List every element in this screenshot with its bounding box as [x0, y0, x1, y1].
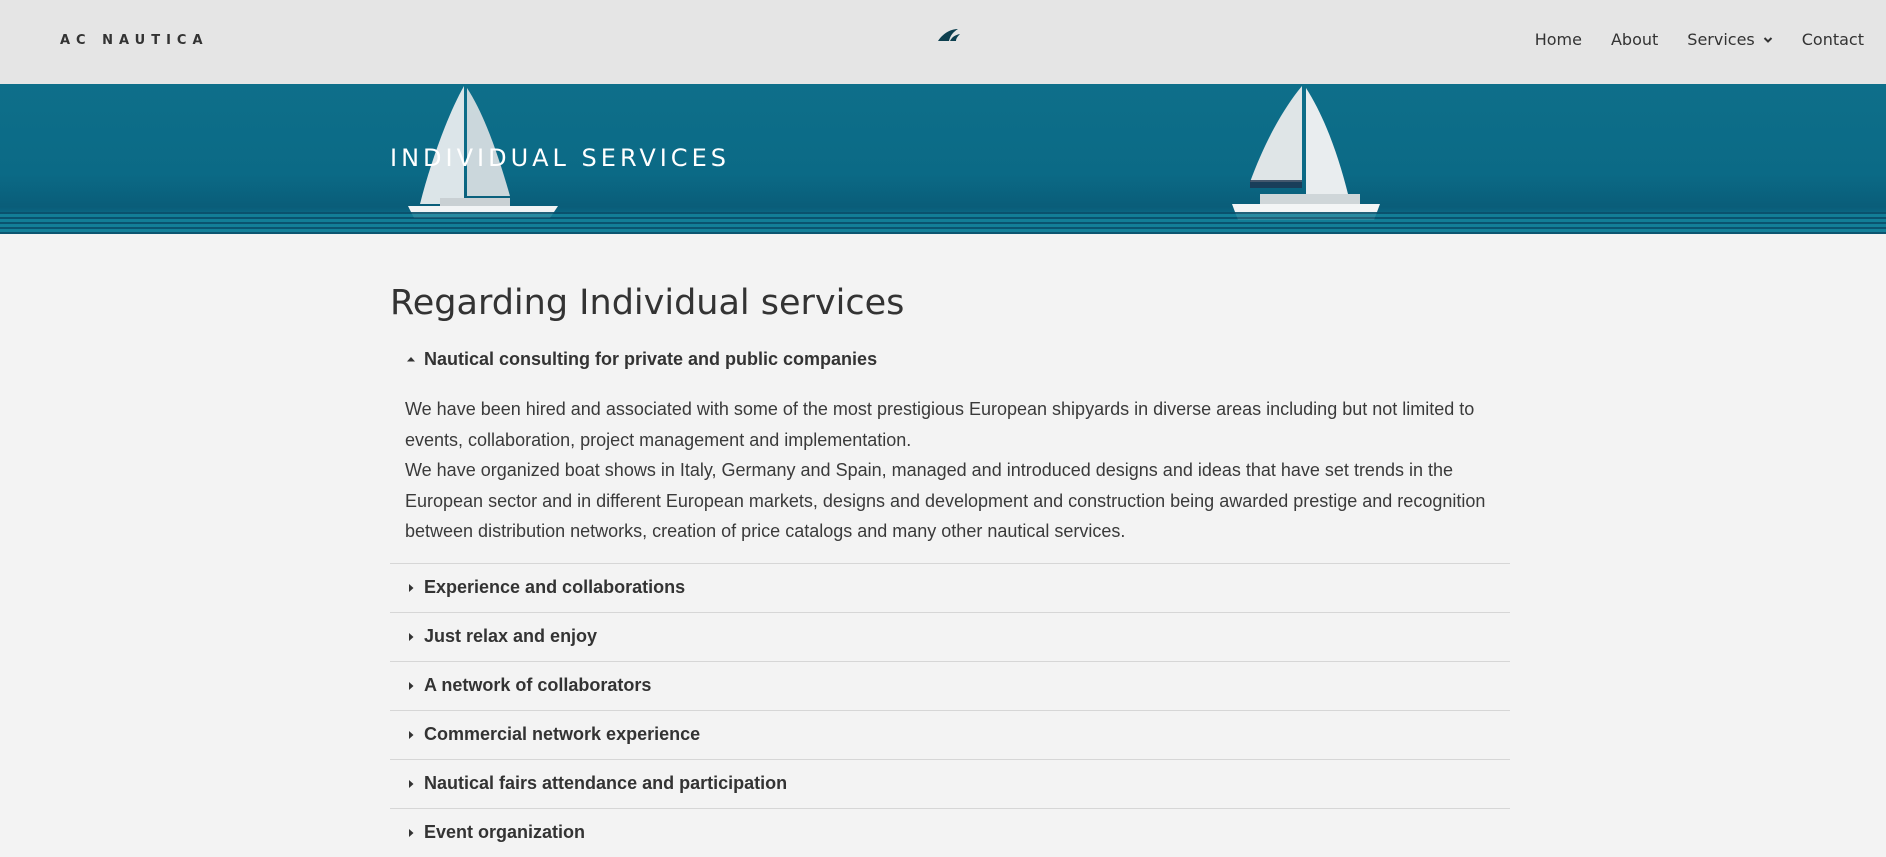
hero-water-texture — [0, 212, 1886, 234]
main-content: Regarding Individual services Nautical c… — [390, 234, 1510, 857]
nav-contact[interactable]: Contact — [1802, 30, 1864, 49]
nav-contact-label: Contact — [1801, 30, 1864, 49]
sailboat-image-right — [1232, 86, 1380, 220]
services-accordion: Nautical consulting for private and publ… — [390, 336, 1510, 857]
accordion-item-nautical-consulting: Nautical consulting for private and publ… — [390, 336, 1510, 564]
nav-services[interactable]: Services — [1687, 30, 1772, 49]
nav-home[interactable]: Home — [1535, 30, 1582, 49]
accordion-paragraph: We have been hired and associated with s… — [405, 399, 1475, 450]
caret-right-icon — [409, 779, 414, 788]
chevron-down-icon[interactable] — [1763, 35, 1773, 45]
accordion-title: Just relax and enjoy — [424, 626, 598, 646]
accordion-header-commercial[interactable]: Commercial network experience — [390, 711, 1510, 759]
accordion-body-nautical-consulting: We have been hired and associated with s… — [390, 382, 1510, 563]
accordion-header-relax[interactable]: Just relax and enjoy — [390, 613, 1510, 661]
nav-about[interactable]: About — [1611, 30, 1658, 49]
accordion-header-fairs[interactable]: Nautical fairs attendance and participat… — [390, 760, 1510, 808]
accordion-item-experience: Experience and collaborations — [390, 564, 1510, 613]
accordion-item-network: A network of collaborators — [390, 662, 1510, 711]
accordion-header-experience[interactable]: Experience and collaborations — [390, 564, 1510, 612]
accordion-paragraph: We have organized boat shows in Italy, G… — [405, 460, 1486, 541]
accordion-item-fairs: Nautical fairs attendance and participat… — [390, 760, 1510, 809]
caret-right-icon — [409, 583, 414, 592]
page-heading: Regarding Individual services — [390, 283, 905, 323]
caret-right-icon — [409, 681, 414, 690]
accordion-item-commercial: Commercial network experience — [390, 711, 1510, 760]
hero-banner: INDIVIDUAL SERVICES — [0, 84, 1886, 234]
site-header: AC NAUTICA Home About Services Contact — [0, 0, 1886, 84]
nav-services-label: Services — [1687, 30, 1755, 49]
nav-about-label: About — [1610, 30, 1659, 49]
brand-logo-text[interactable]: AC NAUTICA — [60, 33, 209, 48]
caret-right-icon — [409, 730, 414, 739]
accordion-title: Commercial network experience — [424, 724, 701, 744]
accordion-header-nautical-consulting[interactable]: Nautical consulting for private and publ… — [390, 336, 1510, 382]
caret-right-icon — [409, 828, 414, 837]
accordion-header-event[interactable]: Event organization — [390, 809, 1510, 857]
accordion-title: Event organization — [424, 822, 586, 842]
caret-right-icon — [409, 632, 414, 641]
accordion-item-event: Event organization — [390, 809, 1510, 857]
accordion-title: A network of collaborators — [424, 675, 652, 695]
sailboat-logo-icon[interactable] — [936, 28, 962, 44]
accordion-title: Nautical consulting for private and publ… — [424, 348, 878, 369]
main-nav: Home About Services Contact — [1506, 30, 1864, 49]
accordion-title: Experience and collaborations — [424, 577, 686, 597]
hero-title: INDIVIDUAL SERVICES — [390, 144, 730, 172]
accordion-item-relax: Just relax and enjoy — [390, 613, 1510, 662]
accordion-title: Nautical fairs attendance and participat… — [424, 773, 788, 793]
nav-home-label: Home — [1534, 30, 1582, 49]
caret-up-icon — [407, 357, 415, 362]
accordion-header-network[interactable]: A network of collaborators — [390, 662, 1510, 710]
